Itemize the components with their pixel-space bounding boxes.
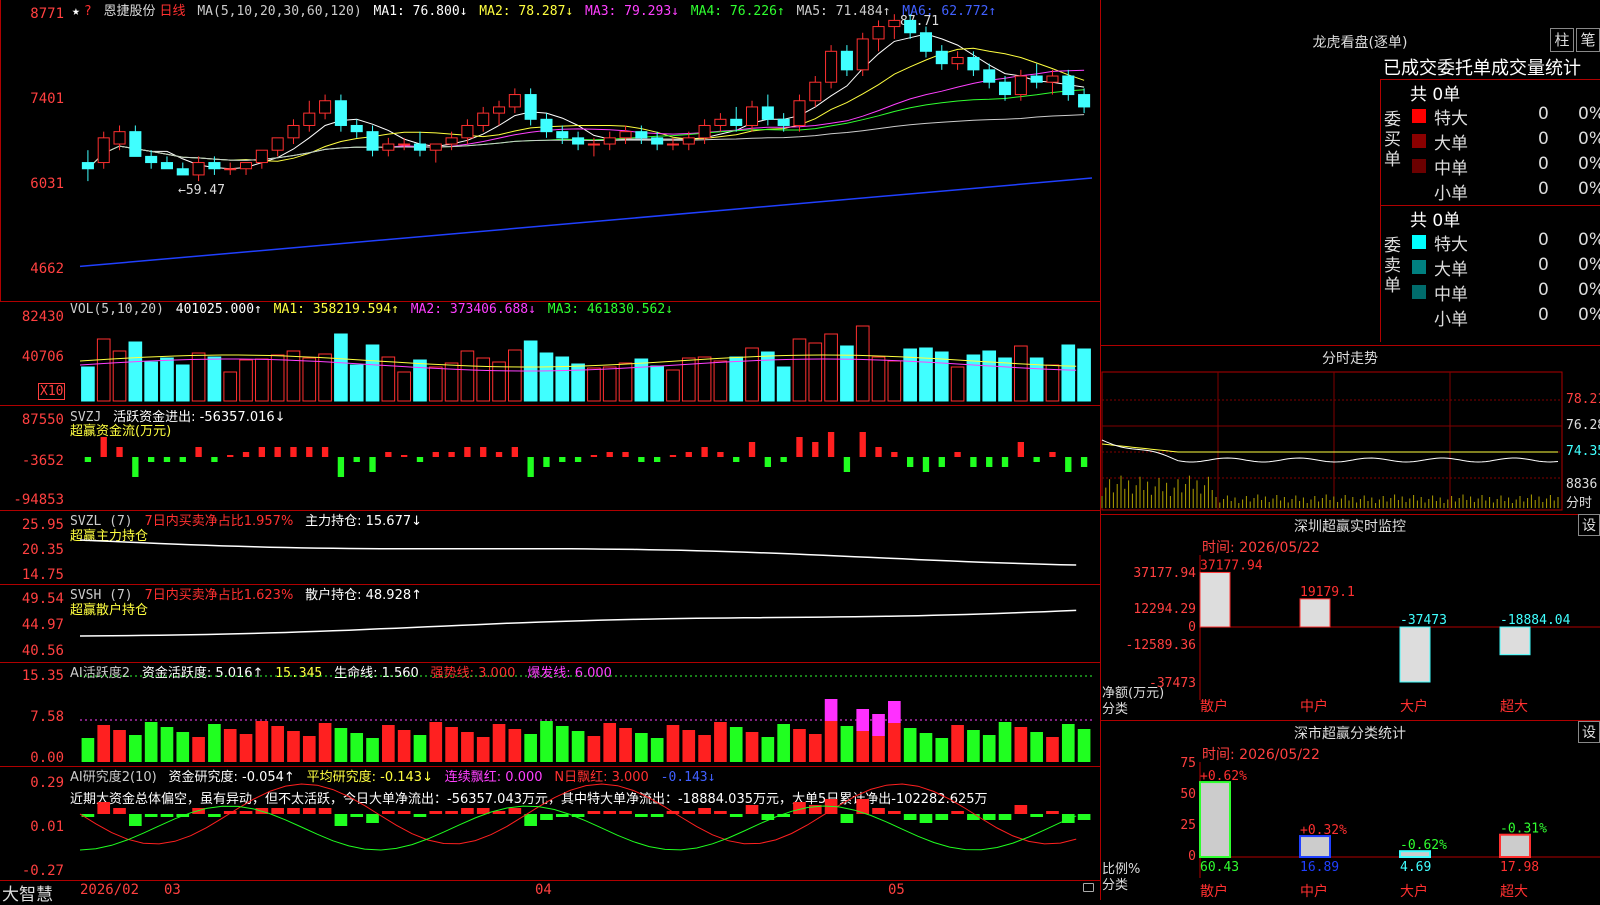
sz-stats-bar <box>1199 781 1231 858</box>
sz-stats-bar-change: +0.62% <box>1200 769 1247 784</box>
sz-stats-bar-value: 60.43 <box>1200 860 1239 875</box>
sz-stats-bar <box>1299 835 1331 858</box>
sz-stats-bar-change: +0.32% <box>1300 823 1347 838</box>
sz-stats-bar-change: -0.62% <box>1400 838 1447 853</box>
sz-stats-category-label: 散户 <box>1200 883 1228 900</box>
sz-stats-bar-value: 4.69 <box>1400 860 1431 875</box>
sz-stats-bar-value: 17.98 <box>1500 860 1539 875</box>
sz-stats-category-label: 中户 <box>1300 883 1328 900</box>
sz-stats-bar-change: -0.31% <box>1500 822 1547 837</box>
sz-stats-bar-value: 16.89 <box>1300 860 1339 875</box>
sz-stats-bar <box>1499 833 1531 858</box>
sz-stats-chart: +0.62% 60.43 散户 +0.32% 16.89 中户 -0.62% 4.69 大户 -0… <box>1199 762 1600 900</box>
sz-stats-category-label: 大户 <box>1400 883 1428 900</box>
sz-stats-category-label: 超大 <box>1500 884 1528 900</box>
